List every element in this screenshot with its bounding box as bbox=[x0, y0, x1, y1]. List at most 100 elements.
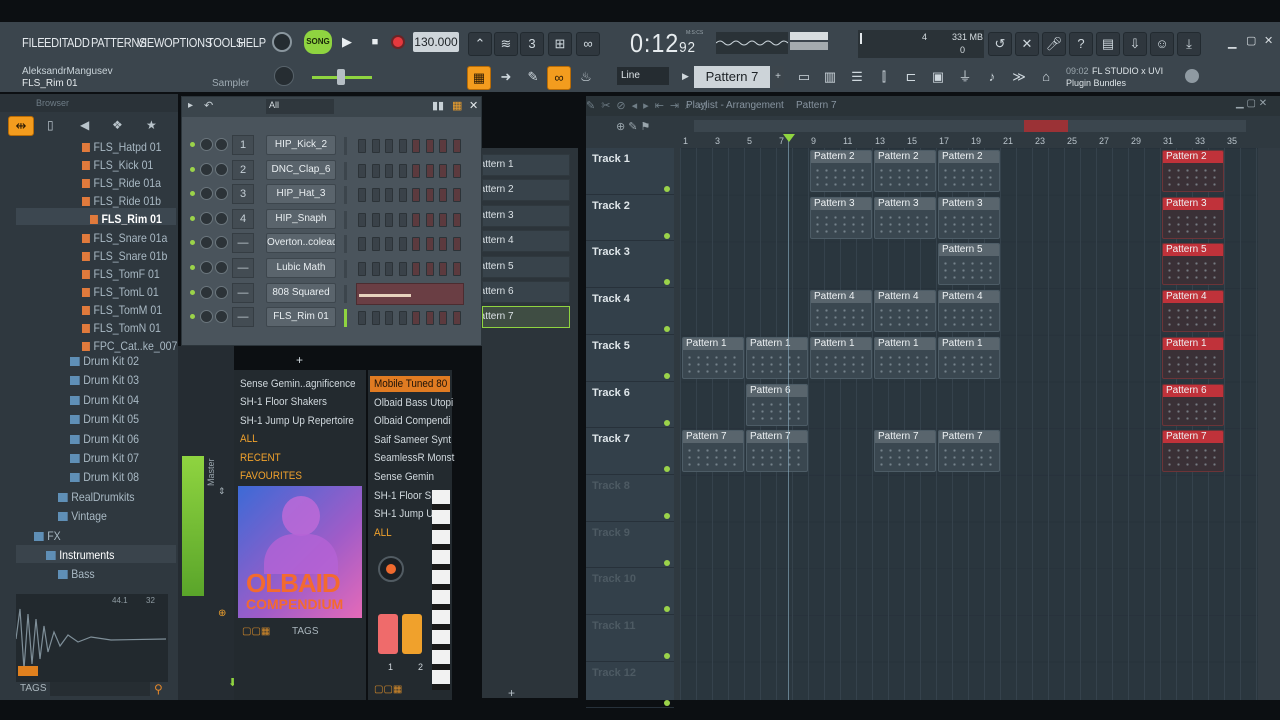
pattern-clip[interactable]: Pattern 5 bbox=[938, 243, 1000, 286]
undo-icon[interactable]: ↺ bbox=[988, 32, 1012, 56]
step-button[interactable] bbox=[412, 311, 420, 326]
channel-led-icon[interactable] bbox=[190, 265, 195, 270]
step-button[interactable] bbox=[371, 212, 380, 227]
master-volume-knob[interactable] bbox=[272, 32, 292, 52]
stop-icon[interactable]: ■ bbox=[362, 30, 388, 54]
preset-item[interactable]: Sense Gemin..agnificence bbox=[240, 378, 356, 390]
track-mute-led-icon[interactable] bbox=[664, 559, 670, 566]
preset-item[interactable]: SH-1 Jump U bbox=[374, 508, 433, 520]
view-icons[interactable]: ▢▢▦ bbox=[242, 626, 270, 637]
plugin-database-icon[interactable]: ▣ bbox=[926, 66, 950, 90]
pattern-clip[interactable]: Pattern 1 bbox=[810, 336, 872, 379]
step-button[interactable] bbox=[439, 237, 447, 252]
browser-folder-item[interactable]: Drum Kit 02 bbox=[70, 354, 139, 368]
browser-folder-item[interactable]: Instruments bbox=[46, 548, 114, 562]
pattern-clip[interactable]: Pattern 3 bbox=[874, 196, 936, 239]
channel-volume-knob[interactable] bbox=[215, 261, 228, 274]
browser-favorites-icon[interactable]: ★ bbox=[146, 118, 157, 132]
track-mute-led-icon[interactable] bbox=[664, 653, 670, 659]
step-button[interactable] bbox=[452, 262, 461, 276]
playlist-tool-icons[interactable]: ⊕ ✎ ⚑ bbox=[616, 120, 676, 134]
step-button[interactable] bbox=[452, 163, 461, 178]
browser-search-input[interactable] bbox=[50, 682, 150, 696]
microphone-icon[interactable]: 🎤︎ bbox=[1042, 32, 1066, 56]
browser-plugins-icon[interactable]: ❖ bbox=[112, 118, 123, 132]
browser-file-item[interactable]: FLS_TomF 01 bbox=[82, 267, 159, 281]
step-button[interactable] bbox=[358, 188, 366, 203]
step-button[interactable] bbox=[371, 139, 380, 153]
globe-icon[interactable] bbox=[1185, 69, 1199, 83]
pattern-clip[interactable]: Pattern 7 bbox=[938, 430, 1000, 473]
step-button[interactable] bbox=[371, 237, 380, 252]
pattern-clip[interactable]: Pattern 1 bbox=[682, 336, 744, 379]
link-icon[interactable]: ∞ bbox=[547, 66, 571, 90]
master-pitch-knob[interactable] bbox=[274, 66, 294, 86]
prev-pattern-icon[interactable]: ▶ bbox=[682, 67, 692, 85]
step-view-icon[interactable]: ▦ bbox=[452, 99, 462, 112]
channel-select[interactable] bbox=[344, 309, 347, 328]
timeline-ruler[interactable]: 1 3 5 7 9 11 13 15 17 19 21 23 25 27 29 31 33 35 bbox=[680, 134, 1258, 148]
step-button[interactable] bbox=[425, 163, 434, 178]
pattern-clip[interactable]: Pattern 7 bbox=[682, 430, 744, 473]
preview-play-icon[interactable] bbox=[18, 666, 38, 676]
browser-file-item[interactable]: FLS_Snare 01b bbox=[82, 249, 167, 263]
pattern-clip[interactable]: Pattern 1 bbox=[1162, 336, 1224, 379]
countdown-icon[interactable]: 3 bbox=[520, 32, 544, 56]
step-button[interactable] bbox=[398, 139, 407, 153]
track-name[interactable]: Track 11 bbox=[592, 620, 635, 632]
track-mute-led-icon[interactable] bbox=[664, 232, 670, 239]
step-button[interactable] bbox=[412, 139, 420, 153]
channel-pan-knob[interactable] bbox=[200, 162, 213, 176]
channel-name-button[interactable]: FLS_Rim 01 bbox=[266, 307, 336, 328]
track-mute-led-icon[interactable] bbox=[664, 326, 670, 333]
browser-folder-item[interactable]: Drum Kit 06 bbox=[70, 432, 139, 446]
playlist-window-controls[interactable]: ▁ ▢ ✕ bbox=[1236, 98, 1267, 109]
vertical-scrollbar[interactable] bbox=[1258, 148, 1280, 700]
pattern-selector[interactable]: Pattern 7 bbox=[694, 66, 770, 88]
pattern-list-item[interactable]: Pattern 7 bbox=[482, 306, 570, 329]
render-icon[interactable]: ⇩ bbox=[1123, 32, 1147, 56]
news-subtitle[interactable]: Plugin Bundles bbox=[1066, 78, 1126, 88]
step-button[interactable] bbox=[412, 163, 420, 178]
browser-file-item[interactable]: FLS_TomL 01 bbox=[82, 285, 158, 299]
pattern-clip[interactable]: Pattern 2 bbox=[874, 150, 936, 192]
step-button[interactable] bbox=[452, 237, 461, 252]
rack-expand-icon[interactable]: ▸ bbox=[188, 100, 193, 111]
plug-icon[interactable]: ⏚ bbox=[953, 66, 977, 90]
track-name[interactable]: Track 7 bbox=[592, 433, 630, 445]
browser-folder-item[interactable]: Drum Kit 07 bbox=[70, 451, 139, 465]
step-button[interactable] bbox=[425, 188, 434, 203]
pattern-clip[interactable]: Pattern 2 bbox=[938, 150, 1000, 192]
synth-pad-1[interactable] bbox=[378, 614, 398, 654]
pattern-clip[interactable]: Pattern 7 bbox=[1162, 430, 1224, 473]
menu-view[interactable]: VIEW bbox=[137, 35, 164, 50]
step-button[interactable] bbox=[371, 188, 380, 203]
menu-options[interactable]: OPTIONS bbox=[164, 35, 212, 50]
step-button[interactable] bbox=[398, 311, 407, 326]
channel-mixer-track[interactable]: 4 bbox=[232, 208, 254, 229]
step-button[interactable] bbox=[385, 212, 393, 227]
step-button[interactable] bbox=[439, 139, 447, 153]
pattern-list-item[interactable]: Pattern 5 bbox=[482, 255, 570, 278]
pattern-clip[interactable]: Pattern 1 bbox=[874, 336, 936, 379]
graph-icon[interactable]: ▮▮ bbox=[432, 99, 444, 112]
channel-volume-knob[interactable] bbox=[215, 162, 228, 176]
pattern-clip[interactable]: Pattern 6 bbox=[746, 383, 808, 426]
preset-item[interactable]: Olbaid Compendi bbox=[374, 415, 451, 427]
category-recent[interactable]: RECENT bbox=[240, 452, 281, 464]
channel-mixer-track[interactable]: 1 bbox=[232, 135, 254, 155]
track-mute-led-icon[interactable] bbox=[664, 512, 670, 519]
track-name[interactable]: Track 10 bbox=[592, 573, 636, 585]
record-icon[interactable] bbox=[391, 35, 405, 49]
snap-selector[interactable]: Line bbox=[617, 67, 669, 85]
preset-item[interactable]: SH-1 Floor Sh bbox=[374, 490, 437, 502]
arrangement-grid[interactable]: Pattern 2 Pattern 2 Pattern 2 Pattern 2 Patt… bbox=[680, 148, 1258, 700]
channel-rack-icon[interactable]: ☰ bbox=[845, 66, 869, 90]
pattern-list-item[interactable]: Pattern 1 bbox=[482, 154, 570, 176]
browser-folder-item[interactable]: Drum Kit 04 bbox=[70, 393, 139, 407]
step-button[interactable] bbox=[358, 237, 366, 252]
track-name[interactable]: Track 3 bbox=[592, 246, 630, 258]
channel-select[interactable] bbox=[344, 161, 347, 180]
mixer-lock-icon[interactable]: ⊕ bbox=[218, 608, 226, 619]
playhead-marker-icon[interactable] bbox=[783, 134, 795, 142]
